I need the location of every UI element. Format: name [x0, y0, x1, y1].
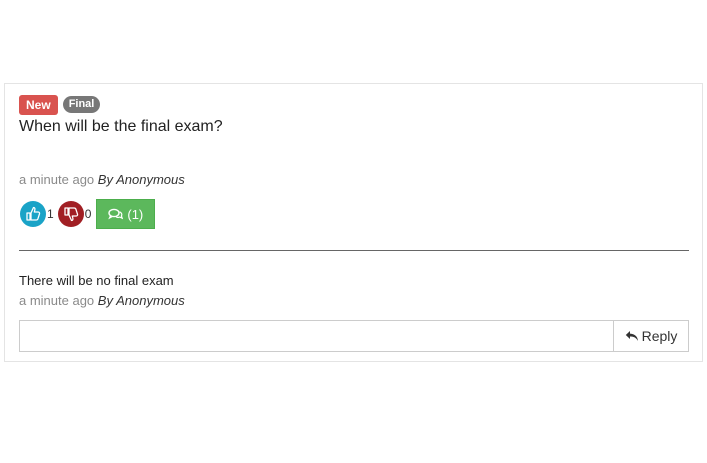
badges: New Final: [19, 95, 101, 115]
post-card: New Final When will be the final exam? a…: [4, 83, 703, 362]
new-badge: New: [19, 95, 58, 115]
comments-count-label: (1): [127, 206, 144, 222]
reply-input[interactable]: [19, 320, 613, 352]
reply-icon: [625, 331, 638, 341]
comments-icon: [108, 208, 124, 220]
comments-button[interactable]: (1): [96, 199, 156, 229]
downvote-count: 0: [84, 207, 92, 221]
upvote-button[interactable]: [20, 201, 46, 227]
final-badge: Final: [62, 96, 101, 113]
question-meta: a minute ago By Anonymous: [19, 172, 185, 187]
question-title: When will be the final exam?: [19, 118, 223, 135]
reply-form: Reply: [19, 320, 689, 352]
thumbs-up-icon: [26, 206, 41, 221]
thumbs-down-icon: [64, 207, 78, 222]
answer-author: By Anonymous: [97, 293, 185, 308]
answer-time: a minute ago: [19, 293, 95, 308]
vote-bar: 1 0 (1): [20, 199, 156, 229]
downvote-button[interactable]: [57, 201, 84, 227]
reply-button[interactable]: Reply: [613, 320, 689, 352]
upvote-count: 1: [47, 207, 54, 221]
answer-meta: a minute ago By Anonymous: [19, 293, 185, 308]
question-author: By Anonymous: [97, 172, 185, 187]
reply-button-label: Reply: [641, 328, 678, 344]
question-time: a minute ago: [19, 172, 95, 187]
divider: [19, 250, 689, 251]
answer-text: There will be no final exam: [19, 273, 174, 288]
